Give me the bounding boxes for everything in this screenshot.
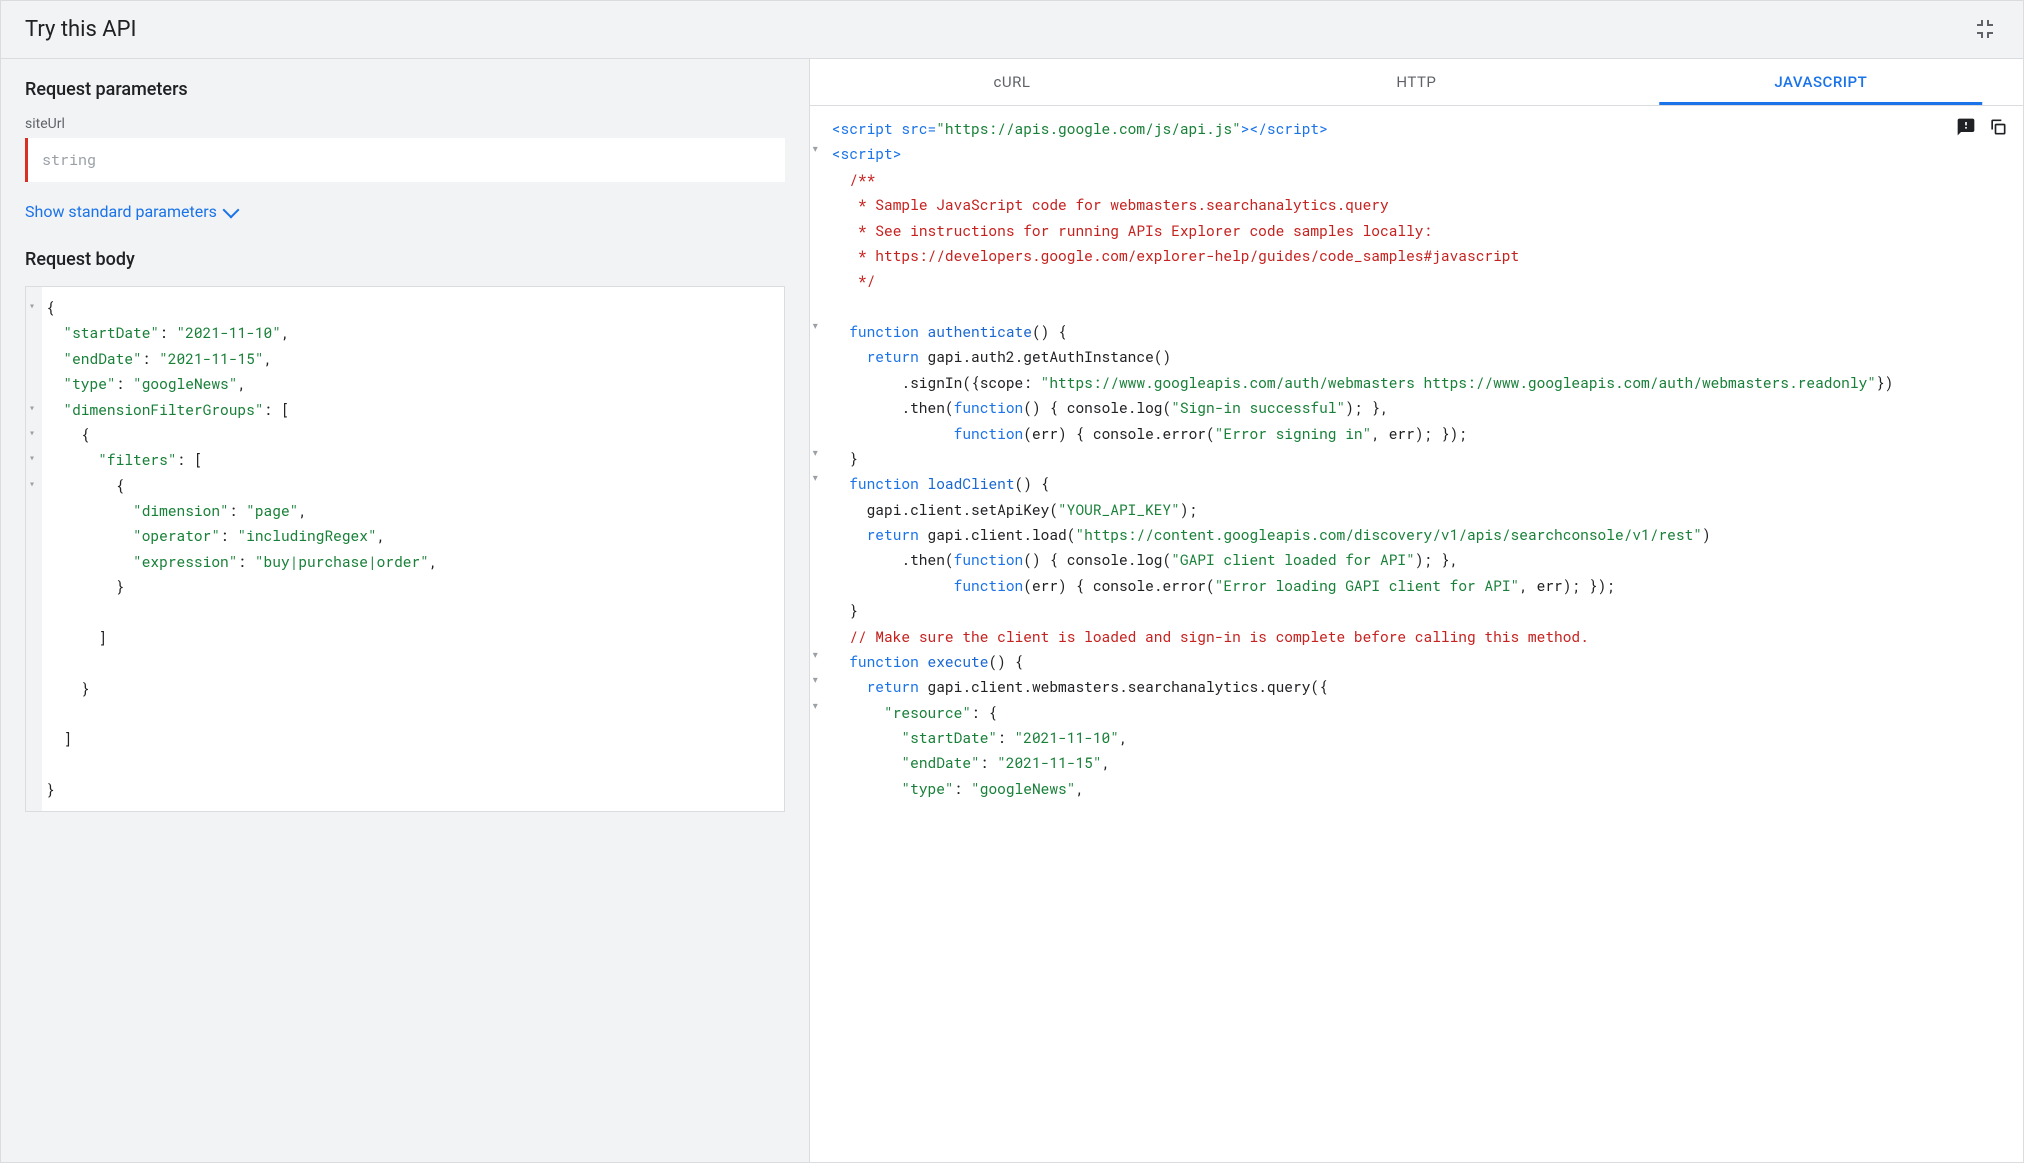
siteurl-input[interactable] bbox=[25, 138, 785, 182]
code-token: gapi.client.load( bbox=[919, 525, 1076, 544]
request-body-title: Request body bbox=[25, 249, 785, 270]
code-token: function bbox=[954, 576, 1024, 595]
code-token: function bbox=[954, 424, 1024, 443]
code-token: "type" bbox=[901, 779, 953, 798]
code-token: */ bbox=[849, 271, 875, 290]
json-gutter: ▾ ▾ ▾ ▾ ▾ bbox=[26, 287, 42, 811]
code-token: , err); }); bbox=[1519, 576, 1615, 595]
code-token: "https://content.googleapis.com/discover… bbox=[1075, 525, 1702, 544]
code-token: function bbox=[954, 550, 1024, 569]
code-token: "https://apis.google.com/js/api.js" bbox=[936, 119, 1241, 138]
code-token: function bbox=[849, 322, 919, 341]
code-token: <script> bbox=[832, 144, 902, 163]
code-token bbox=[832, 424, 954, 443]
code-token: return bbox=[867, 347, 919, 366]
code-token: authenticate bbox=[928, 322, 1032, 341]
code-token: return bbox=[867, 677, 919, 696]
code-token: ); bbox=[1180, 500, 1197, 519]
code-token: <script src= bbox=[832, 119, 936, 138]
code-token: "Sign-in successful" bbox=[1171, 398, 1345, 417]
code-token bbox=[832, 576, 954, 595]
chevron-down-icon bbox=[222, 201, 239, 218]
header: Try this API bbox=[1, 1, 2023, 59]
show-standard-parameters-label: Show standard parameters bbox=[25, 202, 217, 221]
page-title: Try this API bbox=[25, 17, 137, 42]
code-token: /** bbox=[849, 170, 875, 189]
code-token: "googleNews" bbox=[971, 779, 1075, 798]
tab-curl[interactable]: cURL bbox=[810, 59, 1214, 105]
code-token: function bbox=[849, 474, 919, 493]
code-token: "startDate" bbox=[901, 728, 997, 747]
code-token: gapi.client.webmasters.searchanalytics.q… bbox=[919, 677, 1328, 696]
json-content[interactable]: { "startDate": "2021-11-10", "endDate": … bbox=[26, 287, 784, 811]
code-token: "https://www.googleapis.com/auth/webmast… bbox=[1041, 373, 1876, 392]
api-explorer-panel: Try this API Request parameters siteUrl … bbox=[0, 0, 2024, 1163]
code-token: ></script> bbox=[1241, 119, 1328, 138]
code-toolbar bbox=[1955, 116, 2009, 138]
show-standard-parameters-link[interactable]: Show standard parameters bbox=[25, 202, 237, 221]
code-token: return bbox=[867, 525, 919, 544]
request-body-editor[interactable]: ▾ ▾ ▾ ▾ ▾ { "startDate": "2021-11-10", "… bbox=[25, 286, 785, 812]
code-token: ); }, bbox=[1345, 398, 1389, 417]
code-token: ); }, bbox=[1415, 550, 1459, 569]
code-content[interactable]: <script src="https://apis.google.com/js/… bbox=[810, 106, 2023, 811]
code-token: (err) { console.error( bbox=[1023, 424, 1214, 443]
code-token: (err) { console.error( bbox=[1023, 576, 1214, 595]
right-panel: cURL HTTP JAVASCRIPT ▾ ▾ ▾ ▾ bbox=[810, 59, 2023, 1162]
left-panel: Request parameters siteUrl Show standard… bbox=[1, 59, 810, 1162]
code-token: * See instructions for running APIs Expl… bbox=[849, 221, 1432, 240]
tab-javascript[interactable]: JAVASCRIPT bbox=[1619, 59, 2023, 105]
content: Request parameters siteUrl Show standard… bbox=[1, 59, 2023, 1162]
param-label-siteurl: siteUrl bbox=[25, 116, 785, 132]
code-token: "2021-11-15" bbox=[997, 753, 1101, 772]
code-token: "endDate" bbox=[901, 753, 979, 772]
request-parameters-title: Request parameters bbox=[25, 79, 785, 100]
code-token: .then( bbox=[832, 398, 954, 417]
code-token: .signIn({scope: bbox=[832, 373, 1041, 392]
code-token: * Sample JavaScript code for webmasters.… bbox=[849, 195, 1389, 214]
code-token: "resource" bbox=[884, 703, 971, 722]
code-token: "Error loading GAPI client for API" bbox=[1215, 576, 1520, 595]
copy-icon[interactable] bbox=[1987, 116, 2009, 138]
code-token: execute bbox=[928, 652, 989, 671]
code-token: loadClient bbox=[928, 474, 1015, 493]
report-icon[interactable] bbox=[1955, 116, 1977, 138]
code-token: "YOUR_API_KEY" bbox=[1058, 500, 1180, 519]
code-token: () { console.log( bbox=[1023, 550, 1171, 569]
code-token: gapi.auth2.getAuthInstance() bbox=[919, 347, 1171, 366]
code-token: "Error signing in" bbox=[1215, 424, 1372, 443]
code-token: "GAPI client loaded for API" bbox=[1171, 550, 1415, 569]
code-token: // Make sure the client is loaded and si… bbox=[849, 627, 1589, 646]
code-token: "2021-11-10" bbox=[1015, 728, 1119, 747]
code-token: .then( bbox=[832, 550, 954, 569]
code-token: gapi.client.setApiKey( bbox=[832, 500, 1058, 519]
code-token: () { console.log( bbox=[1023, 398, 1171, 417]
tab-http[interactable]: HTTP bbox=[1214, 59, 1618, 105]
code-token: function bbox=[849, 652, 919, 671]
tabs: cURL HTTP JAVASCRIPT bbox=[810, 59, 2023, 106]
collapse-icon[interactable] bbox=[1975, 18, 1999, 42]
code-token: , err); }); bbox=[1371, 424, 1467, 443]
code-token: function bbox=[954, 398, 1024, 417]
code-token: * https://developers.google.com/explorer… bbox=[849, 246, 1519, 265]
code-area: ▾ ▾ ▾ ▾ ▾ ▾ ▾ <script src="https://apis.… bbox=[810, 106, 2023, 1162]
